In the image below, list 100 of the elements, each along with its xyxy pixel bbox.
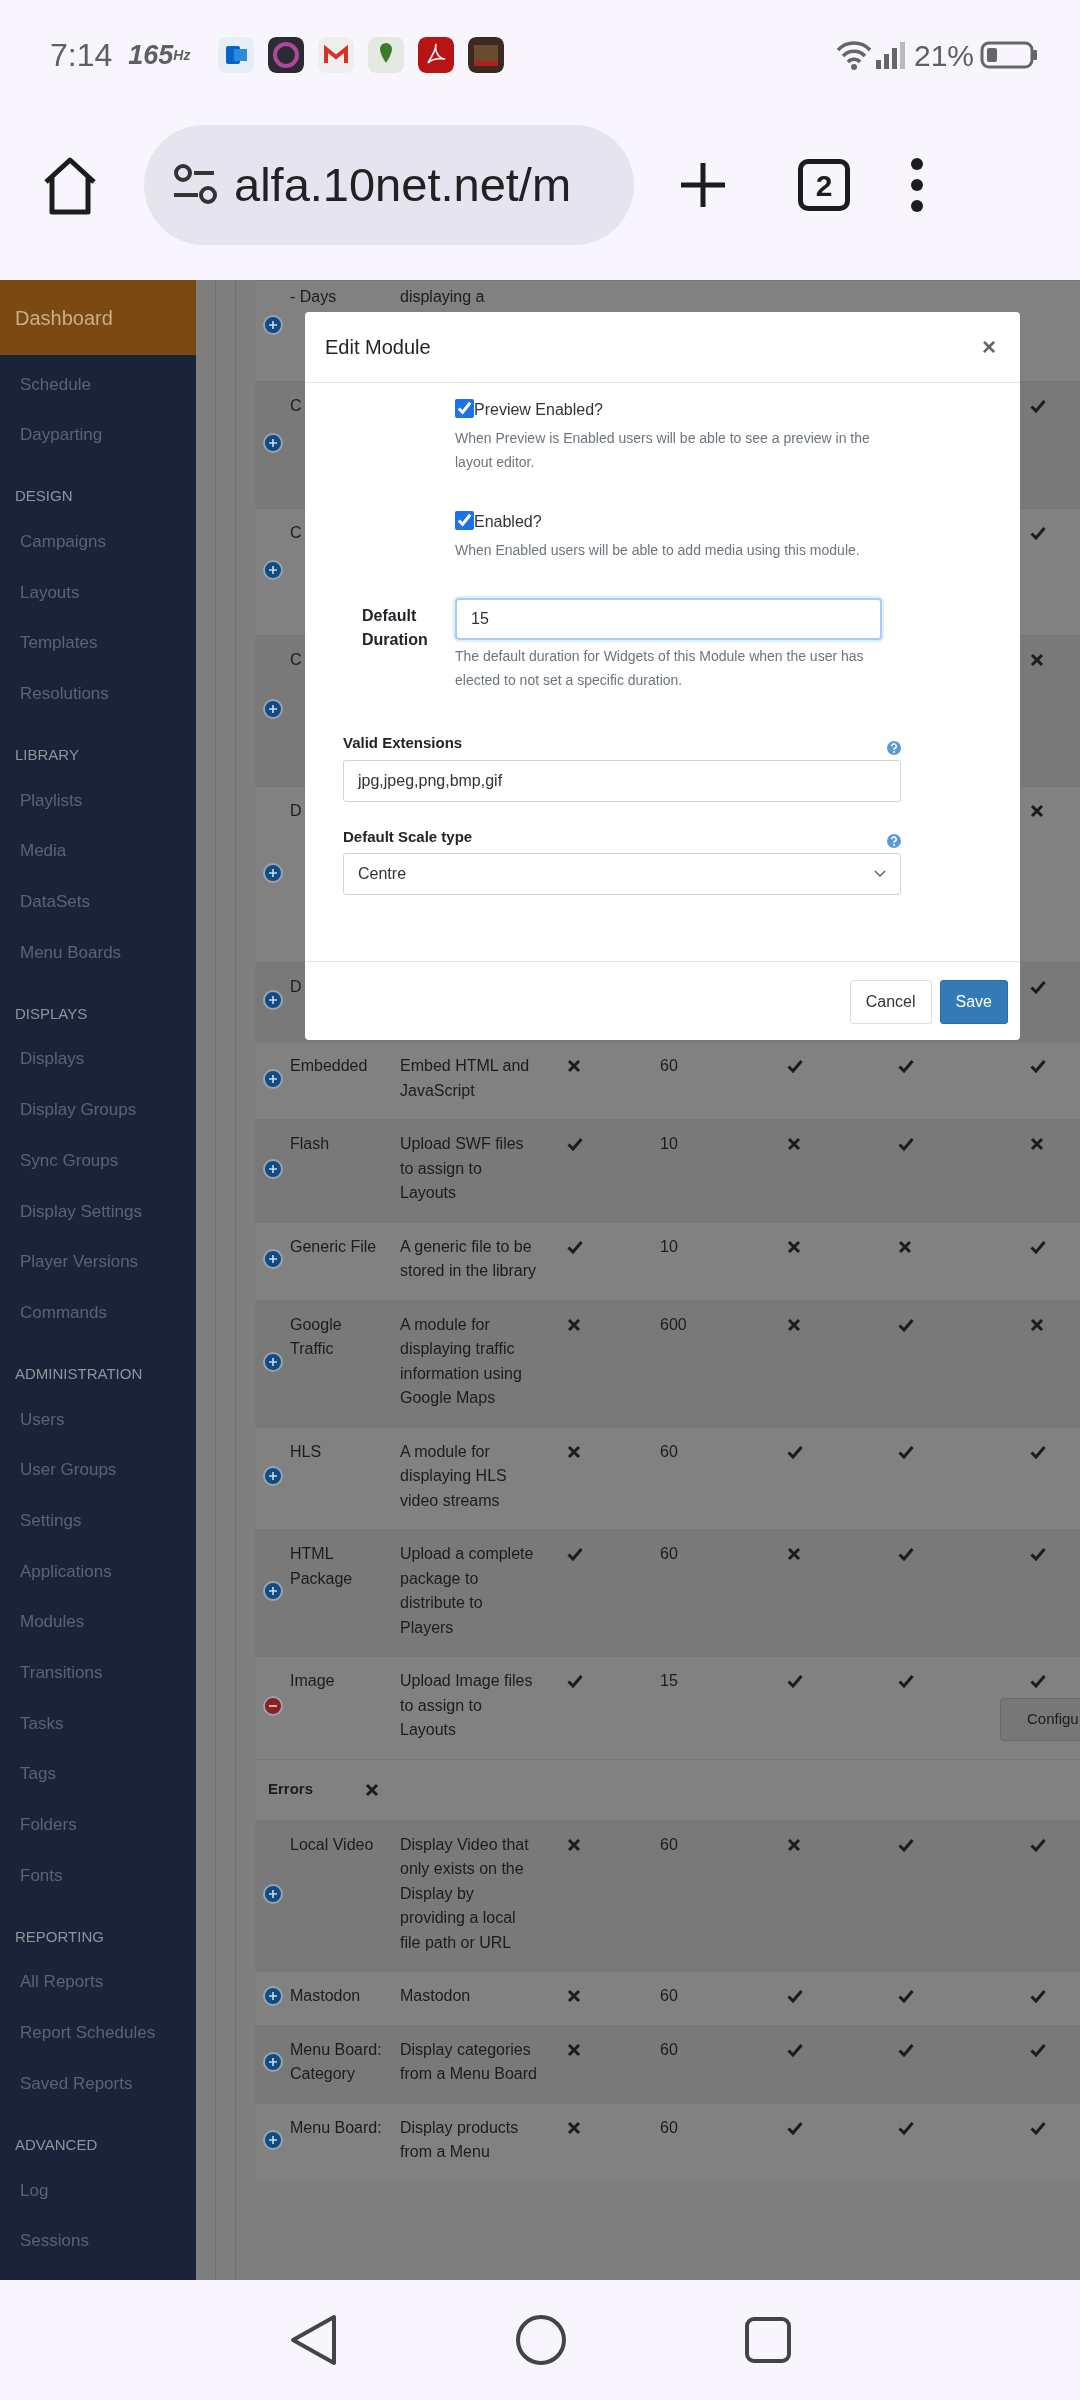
help-icon[interactable] (887, 834, 901, 848)
module-name: D (290, 802, 302, 819)
expand-icon[interactable] (261, 1985, 284, 2008)
sidebar-item[interactable]: Display Settings (0, 1185, 196, 1237)
expand-icon[interactable] (261, 1580, 284, 1602)
tab-switcher-button[interactable]: 2 (798, 159, 850, 211)
sidebar-item[interactable]: Templates (0, 617, 196, 669)
sidebar-item[interactable]: Displays (0, 1033, 196, 1085)
sidebar-item[interactable]: Users (0, 1394, 196, 1445)
checkbox[interactable] (455, 511, 474, 530)
expand-icon[interactable] (261, 559, 284, 581)
sidebar-item[interactable]: Applications (0, 1546, 196, 1597)
expand-icon[interactable] (261, 698, 284, 720)
sidebar-item[interactable]: Playlists (0, 775, 196, 826)
sidebar-item[interactable]: Tasks (0, 1698, 196, 1749)
module-description: Display categories from a Menu Board (400, 2040, 537, 2082)
expand-icon[interactable] (261, 1350, 284, 1373)
expand-icon[interactable] (261, 1248, 284, 1270)
sidebar-item[interactable]: Resolutions (0, 668, 196, 720)
module-name: HLS (290, 1442, 322, 1460)
sidebar-item[interactable]: Settings (0, 1495, 196, 1547)
module-name: Menu Board: Category (290, 2040, 382, 2082)
module-description: Upload SWF files to assign to Layouts (400, 1135, 524, 1201)
home-circle-icon[interactable] (515, 2314, 567, 2366)
save-button[interactable]: Save (939, 980, 1008, 1024)
checkbox-label[interactable]: Preview Enabled? (474, 401, 603, 418)
battery-icon (980, 40, 1038, 70)
module-description: Upload Image files to assign to Layouts (400, 1672, 533, 1738)
refresh-rate: 165 (128, 38, 174, 72)
sidebar-item[interactable]: Modules (0, 1596, 196, 1648)
expand-icon[interactable] (261, 2051, 284, 2073)
menu-icon[interactable] (910, 157, 924, 213)
sidebar-item[interactable]: Fonts (0, 1850, 196, 1901)
field-label: Default Duration (361, 606, 429, 650)
module-name: Embedded (290, 1057, 368, 1074)
duration-field[interactable]: 15 (455, 598, 882, 640)
scale-type-select[interactable]: Centre (343, 853, 901, 895)
sidebar-item[interactable]: Media (0, 825, 196, 877)
sidebar-item[interactable]: Display Groups (0, 1084, 196, 1136)
collapse-icon[interactable] (261, 1694, 284, 1717)
expand-icon[interactable] (261, 861, 284, 884)
extensions-field[interactable]: jpg,jpeg,png,bmp,gif (343, 759, 901, 802)
clock-time: 7:14 (50, 36, 113, 75)
sidebar-item[interactable]: Menu Boards (0, 927, 196, 978)
sidebar-item[interactable]: User Groups (0, 1444, 196, 1496)
sidebar-item[interactable]: Sessions (0, 2215, 196, 2267)
expand-icon[interactable] (261, 314, 284, 336)
recents-icon[interactable] (743, 2316, 792, 2364)
help-text: When Enabled users will be able to add media using this module. (455, 541, 861, 560)
app-icon (268, 37, 305, 73)
module-name: D (290, 978, 302, 995)
sidebar-section-header: ADVANCED (14, 2134, 99, 2155)
sidebar-item[interactable]: Tags (0, 1748, 196, 1800)
sidebar-item[interactable]: Dashboard (0, 280, 196, 355)
module-description: Embed HTML and JavaScript (400, 1057, 530, 1099)
help-text: The default duration for Widgets of this Module when the user has elected to not set a specific duration. (455, 647, 865, 690)
back-icon[interactable] (288, 2313, 339, 2367)
sidebar-item[interactable]: DataSets (0, 876, 196, 928)
table-cell: 60 (660, 1987, 678, 2004)
plus-icon[interactable] (678, 160, 728, 210)
expand-icon[interactable] (261, 432, 284, 454)
table-cell: 60 (660, 1442, 678, 1460)
table-cell: 60 (660, 1057, 678, 1074)
app-icon (468, 37, 505, 73)
cancel-button[interactable]: Cancel (849, 980, 932, 1024)
module-name: - Days (290, 288, 337, 305)
module-description: Mastodon (400, 1987, 471, 2004)
table-cell: 10 (660, 1237, 678, 1255)
sidebar-section-header: LIBRARY (14, 744, 80, 765)
sidebar-item[interactable]: Sync Groups (0, 1135, 196, 1186)
address-bar[interactable]: alfa.10net.net/m (144, 125, 634, 245)
expand-icon[interactable] (261, 1882, 284, 1905)
sidebar-item[interactable]: Commands (0, 1287, 196, 1338)
expand-icon[interactable] (261, 1157, 284, 1180)
module-name: Flash (290, 1135, 330, 1152)
sidebar-item[interactable]: Schedule (0, 359, 196, 410)
expand-icon[interactable] (261, 989, 284, 1011)
close-button[interactable]: × (978, 329, 1000, 365)
checkbox-label[interactable]: Enabled? (474, 513, 542, 530)
expand-icon[interactable] (261, 1067, 284, 1090)
expand-icon[interactable] (261, 2129, 284, 2151)
app-icon (418, 37, 455, 73)
sidebar-item[interactable]: Player Versions (0, 1236, 196, 1288)
configure-button[interactable]: Configu (1000, 1698, 1080, 1741)
expand-icon[interactable] (261, 1465, 284, 1488)
checkbox[interactable] (455, 399, 474, 418)
table-cell: 60 (660, 1835, 678, 1853)
sidebar-item[interactable]: All Reports (0, 1956, 196, 2008)
sidebar-item[interactable]: Folders (0, 1799, 196, 1851)
close-icon[interactable] (365, 1782, 380, 1797)
sidebar-item[interactable]: Saved Reports (0, 2058, 196, 2109)
module-name: C (290, 524, 302, 541)
sidebar-item[interactable]: Transitions (0, 1647, 196, 1699)
sidebar-item[interactable]: Report Schedules (0, 2007, 196, 2059)
url-text: alfa.10net.net/m (234, 156, 572, 213)
sidebar-item[interactable]: Dayparting (0, 409, 196, 461)
sidebar-item[interactable]: Campaigns (0, 516, 196, 568)
sidebar-item[interactable]: Layouts (0, 567, 196, 618)
sidebar-item[interactable]: Log (0, 2164, 196, 2216)
help-icon[interactable] (887, 740, 901, 755)
